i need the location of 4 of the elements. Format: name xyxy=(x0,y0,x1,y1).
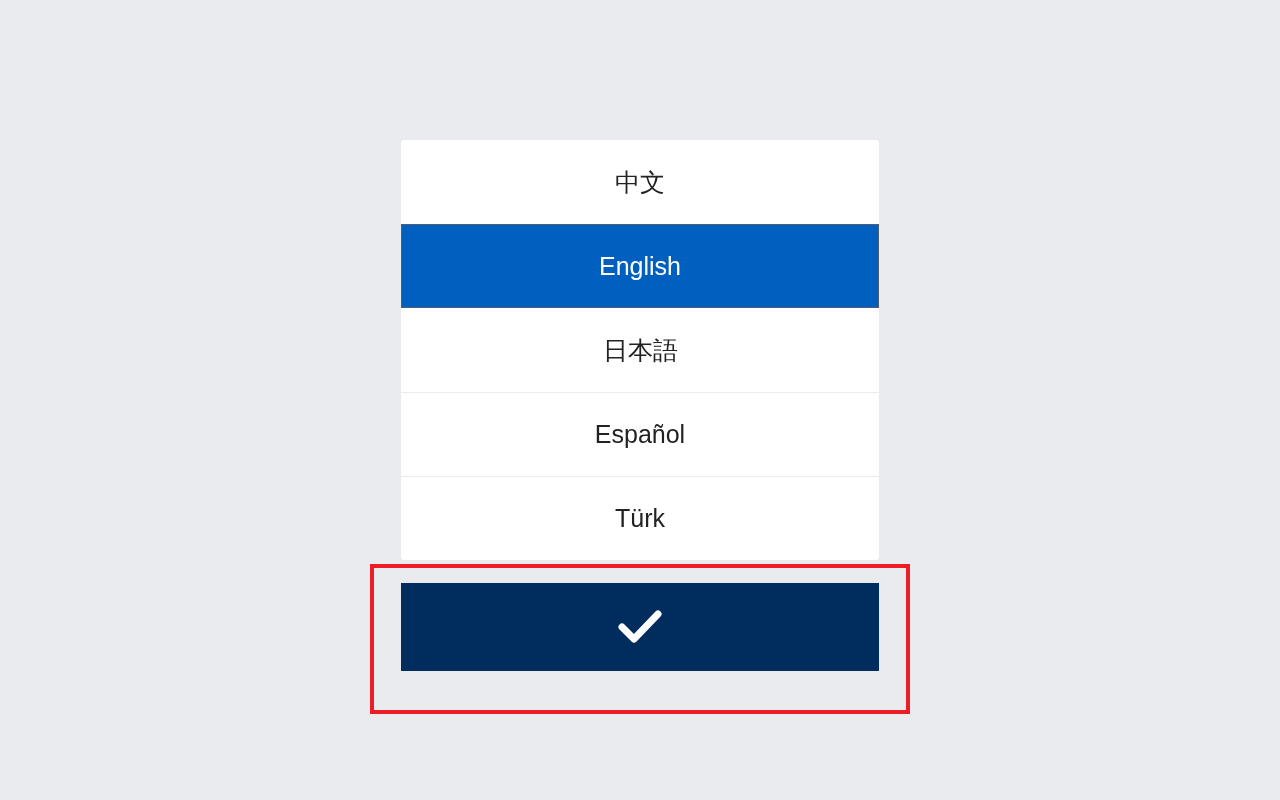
language-option[interactable]: Türk xyxy=(401,476,879,560)
confirm-button[interactable] xyxy=(401,583,879,671)
language-option[interactable]: English xyxy=(401,224,879,308)
check-icon xyxy=(618,609,662,645)
